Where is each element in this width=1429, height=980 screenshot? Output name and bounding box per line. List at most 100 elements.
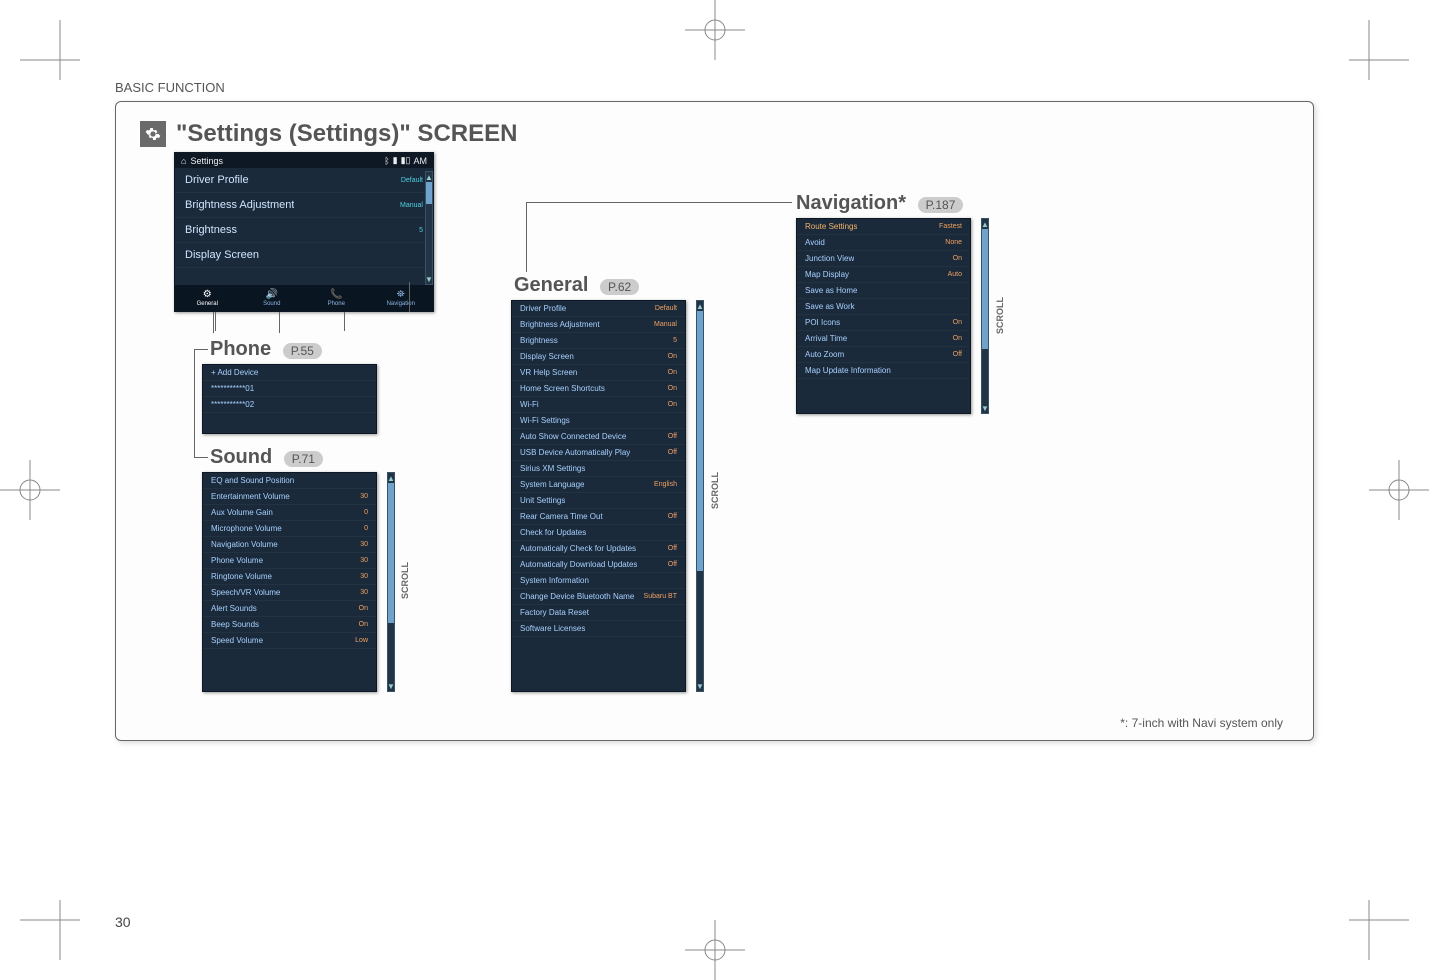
list-item[interactable]: Brightness Adjustment Manual [175,193,433,218]
list-item[interactable]: Save as Home [797,283,970,299]
list-item[interactable]: Sirius XM Settings [512,461,685,477]
row-value: 30 [360,557,368,564]
row-label: Display Screen [185,249,259,261]
row-label: Phone Volume [211,556,263,565]
list-item[interactable]: Check for Updates [512,525,685,541]
list-item[interactable]: Automatically Download UpdatesOff [512,557,685,573]
list-item[interactable]: Auto Show Connected DeviceOff [512,429,685,445]
row-value: Off [668,513,677,520]
list-item[interactable]: Route SettingsFastest [797,219,970,235]
list-item[interactable]: Unit Settings [512,493,685,509]
list-item[interactable]: Display ScreenOn [512,349,685,365]
row-label: ***********01 [211,384,254,393]
list-item[interactable]: Ringtone Volume30 [203,569,376,585]
sound-page-ref: P.71 [284,451,323,467]
row-label: Wi-Fi [520,400,539,409]
list-item[interactable]: Automatically Check for UpdatesOff [512,541,685,557]
row-label: Ringtone Volume [211,572,272,581]
tab-sound[interactable]: 🔊Sound [240,285,305,311]
row-label: Aux Volume Gain [211,508,273,517]
sound-heading: Sound P.71 [210,446,323,469]
list-item[interactable]: Microphone Volume0 [203,521,376,537]
row-label: + Add Device [211,368,258,377]
row-label: Check for Updates [520,528,586,537]
list-item[interactable]: ***********02 [203,397,376,413]
tab-general[interactable]: ⚙General [175,285,240,311]
list-item[interactable]: Navigation Volume30 [203,537,376,553]
list-item[interactable]: Wi-Fi Settings [512,413,685,429]
general-scrollbar[interactable]: ▲ ▼ [696,300,704,692]
sound-scrollbar[interactable]: ▲ ▼ [387,472,395,692]
general-page-ref: P.62 [600,279,639,295]
sound-screenshot: EQ and Sound PositionEntertainment Volum… [202,472,377,692]
row-value: 5 [419,227,423,234]
list-item[interactable]: Entertainment Volume30 [203,489,376,505]
list-item[interactable]: Phone Volume 30 [203,553,376,569]
tab-label: Phone [328,301,345,307]
list-item[interactable]: System Information [512,573,685,589]
list-item[interactable]: + Add Device [203,365,376,381]
list-item[interactable]: Map DisplayAuto [797,267,970,283]
list-item[interactable]: System LanguageEnglish [512,477,685,493]
navigation-scrollbar[interactable]: ▲ ▼ [981,218,989,414]
list-item[interactable]: Arrival TimeOn [797,331,970,347]
row-value: Off [953,351,962,358]
list-item[interactable]: Alert SoundsOn [203,601,376,617]
row-value: Manual [400,202,423,209]
row-label: Home Screen Shortcuts [520,384,605,393]
list-item[interactable]: AvoidNone [797,235,970,251]
row-label: Map Update Information [805,366,891,375]
list-item[interactable]: Auto ZoomOff [797,347,970,363]
list-item[interactable]: USB Device Automatically PlayOff [512,445,685,461]
page-number: 30 [115,914,131,930]
list-item[interactable]: Display Screen [175,243,433,268]
list-item[interactable]: ***********01 [203,381,376,397]
list-item[interactable]: Aux Volume Gain0 [203,505,376,521]
list-item[interactable]: Save as Work [797,299,970,315]
navigation-scroll-label: SCROLL [995,297,1005,334]
tab-label: Navigation [387,301,415,307]
row-label: Junction View [805,254,854,263]
list-item[interactable]: Speech/VR Volume30 [203,585,376,601]
row-value: On [668,401,677,408]
list-item[interactable]: Factory Data Reset [512,605,685,621]
tab-navigation[interactable]: ⛯Navigation [369,285,434,311]
list-item[interactable]: Brightness AdjustmentManual [512,317,685,333]
list-item[interactable]: EQ and Sound Position [203,473,376,489]
row-value: Auto [948,271,962,278]
row-label: Entertainment Volume [211,492,290,501]
phone-screenshot: + Add Device ***********01 ***********02 [202,364,377,434]
list-item[interactable]: Junction ViewOn [797,251,970,267]
speaker-icon: 🔊 [266,289,278,300]
page-title: "Settings (Settings)" SCREEN [176,120,517,148]
row-label: Alert Sounds [211,604,257,613]
row-label: Brightness Adjustment [185,199,294,211]
list-item[interactable]: Speed VolumeLow [203,633,376,649]
navigation-heading: Navigation* P.187 [796,192,963,215]
row-label: Arrival Time [805,334,847,343]
row-label: Factory Data Reset [520,608,589,617]
list-item[interactable]: Software Licenses [512,621,685,637]
row-value: Off [668,545,677,552]
tab-phone[interactable]: 📞Phone [304,285,369,311]
row-value: Off [668,561,677,568]
list-item[interactable]: Brightness5 [512,333,685,349]
list-item[interactable]: Change Device Bluetooth NameSubaru BT [512,589,685,605]
row-label: Brightness [520,336,558,345]
row-value: On [668,369,677,376]
list-item[interactable]: Brightness5 [175,218,433,243]
list-item[interactable]: Map Update Information [797,363,970,379]
list-item[interactable]: VR Help ScreenOn [512,365,685,381]
list-item[interactable]: Beep SoundsOn [203,617,376,633]
list-item[interactable]: Home Screen ShortcutsOn [512,381,685,397]
settings-screenshot: ⌂ Settings ᛒ ▮ ▮▯ AM Driver ProfileDefau… [174,152,434,312]
list-item[interactable]: POI IconsOn [797,315,970,331]
clock-ampm: AM [414,156,428,166]
list-item[interactable]: Rear Camera Time OutOff [512,509,685,525]
gear-icon [140,121,166,147]
list-item[interactable]: Wi-Fi On [512,397,685,413]
list-item[interactable]: Driver ProfileDefault [175,168,433,193]
list-item[interactable]: Driver ProfileDefault [512,301,685,317]
row-value: On [953,319,962,326]
row-label: Brightness Adjustment [520,320,600,329]
